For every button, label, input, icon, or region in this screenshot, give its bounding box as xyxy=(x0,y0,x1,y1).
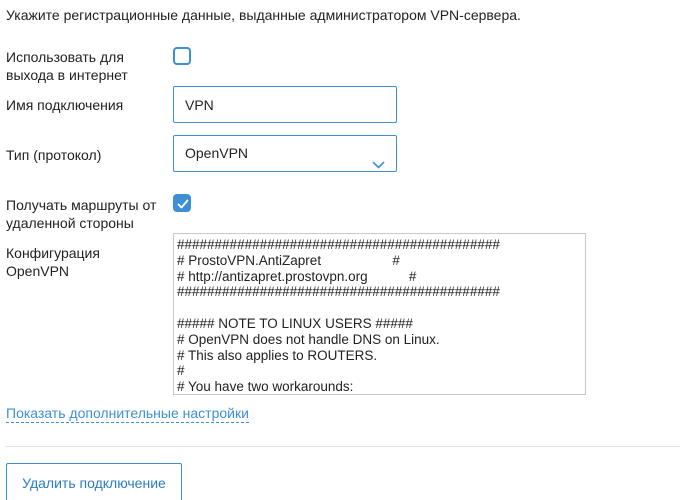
check-icon xyxy=(177,199,189,209)
internet-label: Использовать для выхода в интернет xyxy=(6,48,128,84)
chevron-down-icon xyxy=(372,148,385,182)
vpn-connection-form: Укажите регистрационные данные, выданные… xyxy=(0,0,680,500)
protocol-select[interactable]: OpenVPN xyxy=(173,135,397,172)
connection-name-input[interactable] xyxy=(173,86,397,123)
protocol-select-value: OpenVPN xyxy=(185,145,249,161)
connection-name-label: Имя подключения xyxy=(6,97,124,113)
routes-checkbox[interactable] xyxy=(173,194,191,212)
show-advanced-settings-link[interactable]: Показать дополнительные настройки xyxy=(6,404,249,423)
config-line: # OpenVPN does not handle DNS on Linux. xyxy=(177,331,440,347)
config-line: # xyxy=(177,363,185,379)
config-label-line2: OpenVPN xyxy=(6,263,70,279)
internet-checkbox[interactable] xyxy=(173,47,191,65)
routes-label-line2: удаленной стороны xyxy=(6,215,134,231)
config-line xyxy=(177,300,585,316)
config-line: # You have two workarounds: xyxy=(177,379,354,395)
config-line: ########################################… xyxy=(177,284,500,300)
config-line: ##### NOTE TO LINUX USERS ##### xyxy=(177,315,413,331)
config-textarea[interactable]: ########################################… xyxy=(173,233,586,395)
routes-label: Получать маршруты от удаленной стороны xyxy=(6,196,156,232)
intro-text: Укажите регистрационные данные, выданные… xyxy=(6,7,521,23)
divider xyxy=(6,446,680,447)
internet-label-line1: Использовать для xyxy=(6,49,124,65)
internet-label-line2: выхода в интернет xyxy=(6,67,128,83)
protocol-label: Тип (протокол) xyxy=(6,147,102,163)
config-line: # http://antizapret.prostovpn.org # xyxy=(177,268,417,284)
config-label-line1: Конфигурация xyxy=(6,245,100,261)
config-line: # ProstoVPN.AntiZapret # xyxy=(177,252,400,268)
config-label: Конфигурация OpenVPN xyxy=(6,244,100,280)
config-line: ########################################… xyxy=(177,237,500,252)
config-line: # This also applies to ROUTERS. xyxy=(177,347,378,363)
delete-connection-button[interactable]: Удалить подключение xyxy=(6,463,182,500)
routes-label-line1: Получать маршруты от xyxy=(6,197,157,213)
